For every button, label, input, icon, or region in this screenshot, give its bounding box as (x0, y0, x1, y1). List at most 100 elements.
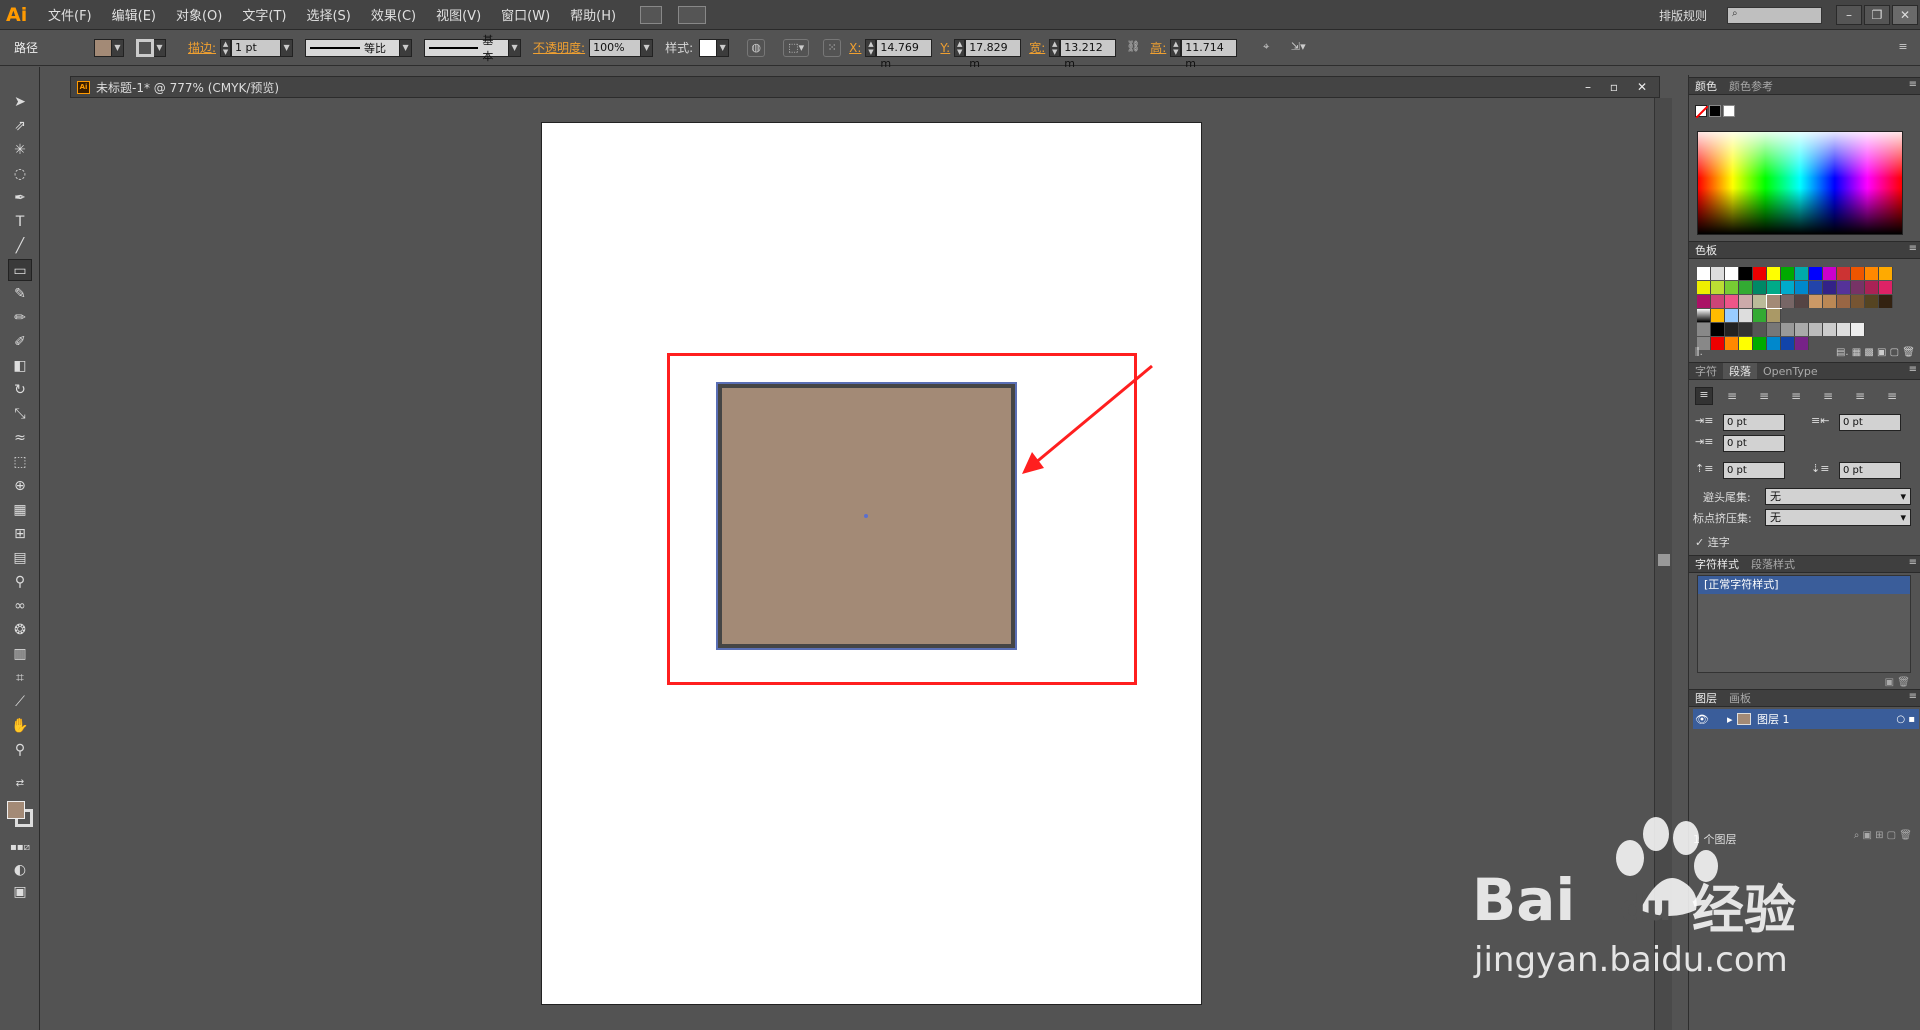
search-input[interactable]: ⌕ (1727, 6, 1822, 24)
opacity-field[interactable]: 100% (589, 38, 642, 57)
target-icon[interactable]: ○ ▪ (1896, 714, 1915, 725)
chevron-down-icon[interactable]: ▼ (112, 38, 124, 57)
tab-character[interactable]: 字符 (1689, 363, 1723, 379)
zoom-tool-icon[interactable]: ⚲ (8, 739, 32, 761)
first-line-indent-field[interactable]: 0 pt (1723, 435, 1785, 452)
panel-menu-icon[interactable]: ≡ (1909, 364, 1917, 375)
none-swatch-icon[interactable] (1695, 105, 1709, 119)
panel-menu-icon[interactable]: ≡ (1909, 243, 1917, 254)
document-tab[interactable]: Ai 未标题-1* @ 777% (CMYK/预览) – ▫ ✕ (70, 76, 1660, 98)
stroke-label[interactable]: 描边: (188, 39, 216, 56)
panel-menu-icon[interactable]: ≡ (1894, 39, 1912, 57)
transform-icon[interactable]: ⌖ (1257, 39, 1275, 57)
layer-name[interactable]: 图层 1 (1757, 711, 1790, 727)
justify-left-icon[interactable]: ≡ (1791, 389, 1801, 403)
screen-mode-icon[interactable]: ▣ (8, 881, 32, 903)
tab-color[interactable]: 颜色 (1689, 78, 1723, 94)
x-field[interactable]: 14.769 m (876, 38, 933, 70)
chevron-down-icon[interactable]: ▼ (154, 38, 166, 57)
y-stepper[interactable]: ▲ ▼ (954, 38, 966, 57)
width-field[interactable]: 13.212 m (1060, 38, 1117, 70)
chevron-down-icon[interactable]: ▼ (400, 38, 413, 57)
space-after-field[interactable]: 0 pt (1839, 462, 1901, 479)
close-button[interactable]: ✕ (1892, 5, 1918, 25)
panel-menu-icon[interactable]: ≡ (1909, 79, 1917, 90)
stroke-weight-field[interactable]: 1 pt (231, 38, 282, 57)
workspace-switcher[interactable]: 排版规则 (1659, 7, 1707, 24)
tab-artboards[interactable]: 画板 (1723, 690, 1757, 706)
slice-tool-icon[interactable]: ⟋ (8, 691, 32, 713)
color-spectrum[interactable] (1697, 131, 1903, 235)
color-mode-icons[interactable]: ▪▪⧄ (8, 837, 32, 859)
shape-builder-tool-icon[interactable]: ⊕ (8, 475, 32, 497)
brush-definition[interactable]: 基本 (424, 34, 510, 63)
stroke-weight-stepper[interactable]: ▲ ▼ (220, 38, 232, 57)
pen-tool-icon[interactable]: ✒ (8, 187, 32, 209)
menu-window[interactable]: 窗口(W) (501, 5, 550, 24)
reference-point-icon[interactable]: ⁙ (823, 38, 842, 57)
pencil-tool-icon[interactable]: ✏ (8, 307, 32, 329)
artboard-tool-icon[interactable]: ⌗ (8, 667, 32, 689)
align-left-icon[interactable]: ≡ (1695, 387, 1713, 405)
bridge-icon[interactable] (640, 5, 663, 24)
vertical-scrollbar[interactable] (1654, 98, 1672, 1030)
menu-edit[interactable]: 编辑(E) (112, 5, 156, 24)
direct-selection-tool-icon[interactable]: ⇗ (8, 115, 32, 137)
width-tool-icon[interactable]: ≈ (8, 427, 32, 449)
menu-select[interactable]: 选择(S) (306, 5, 350, 24)
align-right-icon[interactable]: ≡ (1759, 389, 1769, 403)
type-tool-icon[interactable]: T (8, 211, 32, 233)
minimize-button[interactable]: – (1836, 5, 1862, 25)
opacity-label[interactable]: 不透明度: (533, 39, 585, 56)
scrollbar-thumb[interactable] (1658, 554, 1670, 566)
restore-button[interactable]: ❐ (1864, 5, 1890, 25)
menu-view[interactable]: 视图(V) (436, 5, 481, 24)
paintbrush-tool-icon[interactable]: ✎ (8, 283, 32, 305)
eyedropper-tool-icon[interactable]: ⚲ (8, 571, 32, 593)
menu-effect[interactable]: 效果(C) (371, 5, 416, 24)
align-center-icon[interactable]: ≡ (1727, 389, 1737, 403)
line-tool-icon[interactable]: ╱ (8, 235, 32, 257)
gradient-tool-icon[interactable]: ▤ (8, 547, 32, 569)
justify-all-icon[interactable]: ≡ (1887, 389, 1897, 403)
menu-help[interactable]: 帮助(H) (570, 5, 616, 24)
blend-tool-icon[interactable]: ∞ (8, 595, 32, 617)
fill-color-icon[interactable] (7, 801, 25, 819)
chevron-down-icon[interactable]: ▼ (717, 38, 730, 57)
layers-footer-icons[interactable]: ⌕ ▣ ⊞ ▢ 🗑 (1854, 830, 1912, 841)
panel-menu-icon[interactable]: ≡ (1909, 691, 1917, 702)
tab-layers[interactable]: 图层 (1689, 690, 1723, 706)
kinsoku-select[interactable]: 无 ▾ (1765, 488, 1911, 505)
chevron-down-icon[interactable]: ▼ (641, 38, 654, 57)
scale-tool-icon[interactable]: ⤡ (8, 403, 32, 425)
blob-brush-tool-icon[interactable]: ✐ (8, 331, 32, 353)
free-transform-tool-icon[interactable]: ⬚ (8, 451, 32, 473)
menu-type[interactable]: 文字(T) (242, 5, 286, 24)
fill-color-swatch[interactable] (94, 38, 112, 57)
tab-color-guide[interactable]: 颜色参考 (1723, 78, 1779, 94)
perspective-grid-tool-icon[interactable]: ▦ (8, 499, 32, 521)
graphic-style-swatch[interactable] (699, 38, 718, 57)
black-swatch[interactable] (1709, 105, 1721, 117)
justify-center-icon[interactable]: ≡ (1823, 389, 1833, 403)
justify-right-icon[interactable]: ≡ (1855, 389, 1865, 403)
mojikumi-select[interactable]: 无 ▾ (1765, 509, 1911, 526)
column-graph-tool-icon[interactable]: ▥ (8, 643, 32, 665)
eraser-tool-icon[interactable]: ◧ (8, 355, 32, 377)
mesh-tool-icon[interactable]: ⊞ (8, 523, 32, 545)
layer-row[interactable]: 👁 ▸ 图层 1 ○ ▪ (1693, 709, 1919, 729)
doc-restore-button[interactable]: ▫ (1603, 78, 1625, 96)
panel-menu-icon[interactable]: ≡ (1909, 557, 1917, 568)
tab-paragraph[interactable]: 段落 (1723, 363, 1757, 379)
stroke-color-swatch[interactable] (136, 38, 154, 57)
draw-mode-icon[interactable]: ◐ (8, 859, 32, 881)
list-item-normal-character-style[interactable]: [正常字符样式] (1698, 576, 1910, 594)
style-footer-icons[interactable]: ▣ 🗑 (1885, 677, 1910, 688)
selection-tool-icon[interactable]: ➤ (8, 91, 32, 113)
tab-character-styles[interactable]: 字符样式 (1689, 556, 1745, 572)
chevron-down-icon[interactable]: ▼ (281, 38, 294, 57)
width-stepper[interactable]: ▲ ▼ (1049, 38, 1061, 57)
menu-object[interactable]: 对象(O) (176, 5, 222, 24)
rectangle-tool-icon[interactable]: ▭ (8, 259, 32, 281)
link-proportions-icon[interactable]: ⛓ (1124, 39, 1142, 57)
